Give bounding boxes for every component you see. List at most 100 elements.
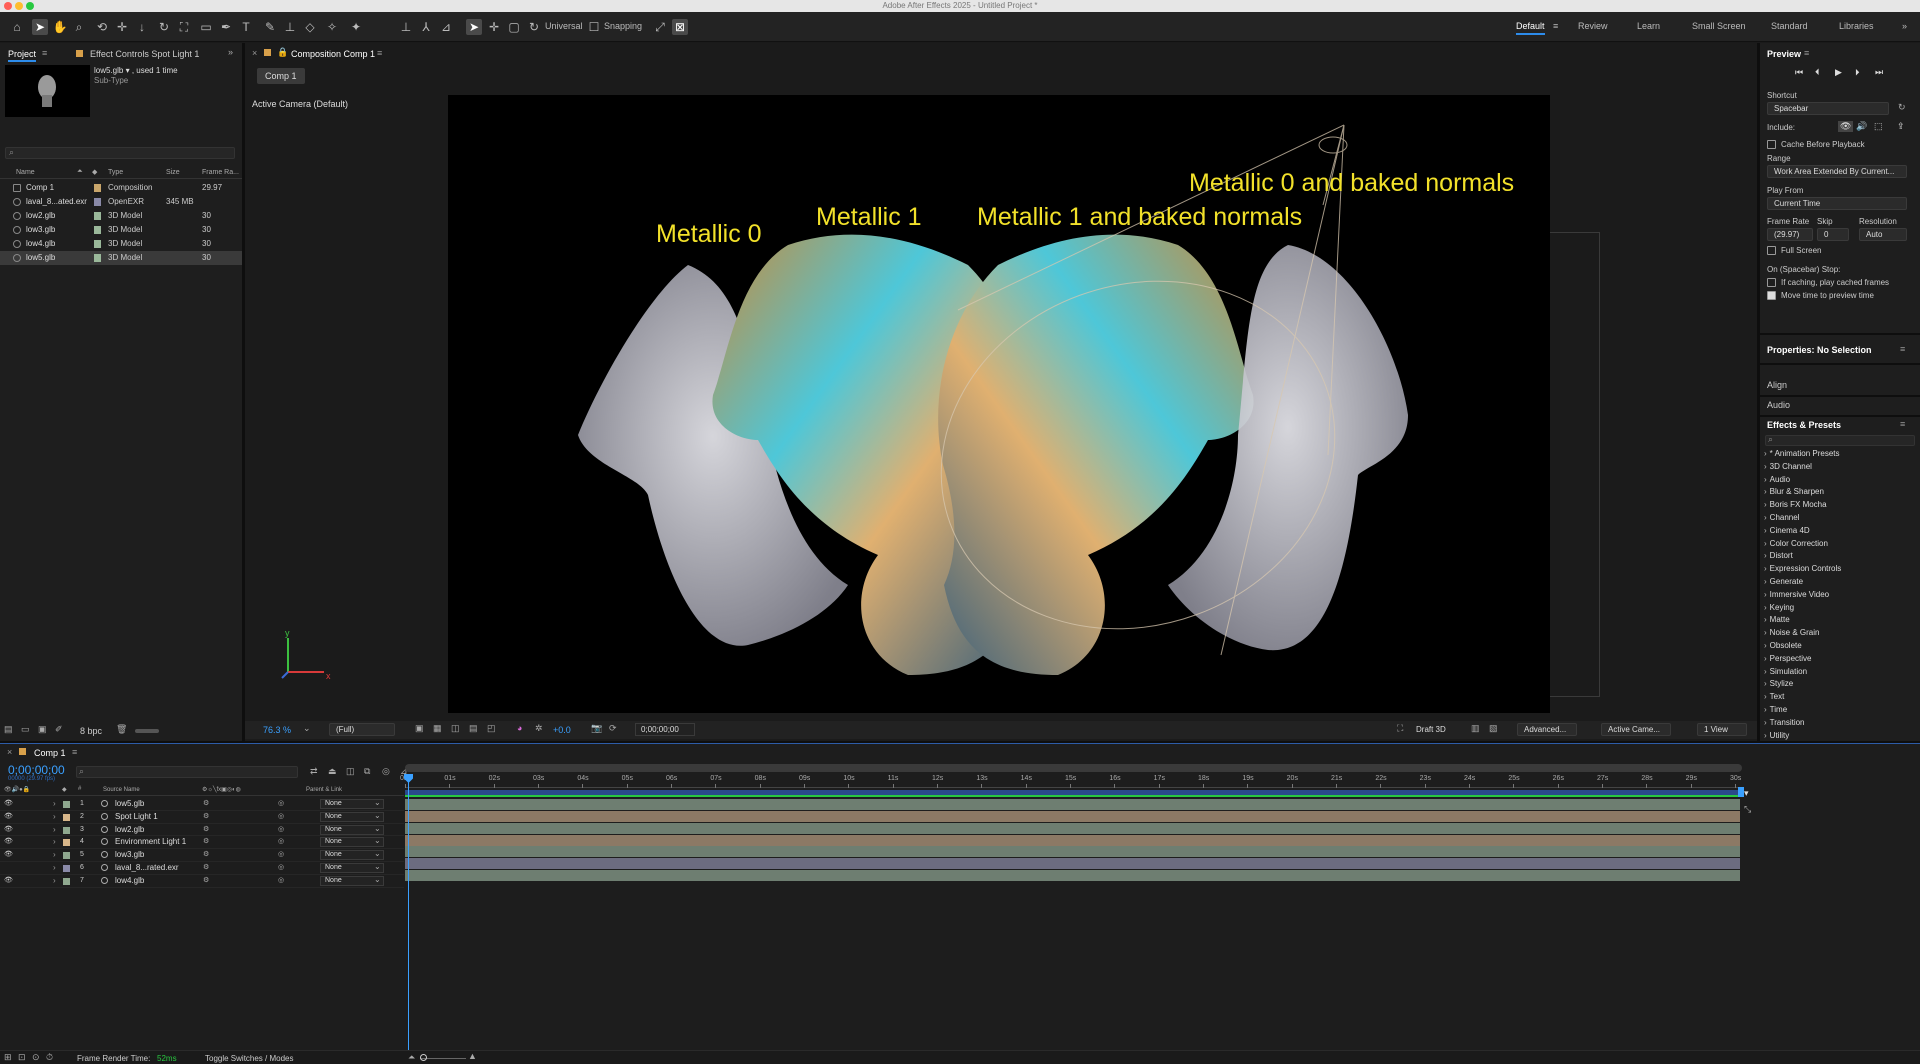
project-row[interactable]: laval_8...ated.exr OpenEXR 345 MB — [0, 195, 242, 209]
timeline-timecode[interactable]: 0;00;00;00 — [8, 763, 65, 777]
sort-arrow-icon[interactable]: ⏶ — [77, 168, 83, 176]
visibility-eye-icon[interactable]: 👁 — [4, 812, 13, 820]
puppet-tool-icon[interactable]: ✦ — [348, 19, 364, 35]
layer-name[interactable]: low3.glb — [115, 850, 144, 859]
settings-icon[interactable]: ✐ — [55, 724, 63, 735]
framerate-dropdown[interactable]: (29.97) — [1767, 228, 1813, 241]
tab-composition[interactable]: Composition Comp 1 — [291, 49, 375, 59]
visibility-eye-icon[interactable]: 👁 — [4, 850, 13, 858]
playfrom-dropdown[interactable]: Current Time — [1767, 197, 1907, 210]
workspace-small-screen[interactable]: Small Screen — [1692, 21, 1746, 31]
shy-icon[interactable]: ◫ — [346, 766, 355, 777]
draft-3d-icon[interactable]: ⏏ — [328, 766, 337, 777]
motion-blur-icon[interactable]: ◎ — [382, 766, 390, 777]
align-panel-tab[interactable]: Align — [1767, 380, 1787, 390]
pen-tool-icon[interactable]: ✒ — [218, 19, 234, 35]
close-timeline-icon[interactable]: × — [7, 747, 12, 757]
snapshot-icon[interactable]: 📷 — [591, 723, 602, 734]
rectangle-tool-icon[interactable]: ▭ — [198, 19, 214, 35]
layer-name[interactable]: laval_8...rated.exr — [115, 863, 179, 872]
effects-category[interactable]: › Matte — [1764, 615, 1914, 628]
prev-frame-icon[interactable]: ⏴ — [1815, 67, 1820, 78]
tab-project[interactable]: Project — [8, 49, 37, 62]
comp-viewer[interactable]: Metallic 0 Metallic 1 Metallic 1 and bak… — [448, 95, 1550, 713]
effects-category[interactable]: › Audio — [1764, 475, 1914, 488]
zoom-window-icon[interactable] — [26, 2, 34, 10]
timeline-layer-row[interactable]: 👁 › 2 Spot Light 1 ⚙ ◎ None ⌄ — [0, 811, 404, 824]
snap-options-icon[interactable]: ⊠ — [672, 19, 688, 35]
render-time-icon[interactable]: ⏱ — [46, 1052, 53, 1063]
zoom-out-icon[interactable]: ⏶ — [408, 1052, 415, 1063]
visibility-eye-icon[interactable]: 👁 — [4, 799, 13, 807]
label-swatch[interactable] — [94, 240, 101, 248]
scale-gizmo-icon[interactable]: ▢ — [506, 19, 522, 35]
expand-arrow-icon[interactable]: › — [53, 850, 56, 859]
orbit-tool-icon[interactable]: ⟲ — [94, 19, 110, 35]
include-audio-icon[interactable]: 🔊 — [1856, 121, 1867, 132]
timeline-layer-row[interactable]: 👁 › 4 Environment Light 1 ⚙ ◎ None ⌄ — [0, 836, 404, 850]
draft3d-icon[interactable]: ⛶ — [1397, 723, 1403, 734]
last-frame-icon[interactable]: ⏭ — [1875, 67, 1883, 78]
roto-tool-icon[interactable]: ✧ — [324, 19, 340, 35]
timeline-expand-icon[interactable]: ⤡ — [1744, 804, 1751, 815]
parent-dropdown-arrow-icon[interactable]: ⌄ — [374, 862, 381, 871]
parent-pickwhip-icon[interactable]: ◎ — [278, 812, 284, 820]
snap-edge-icon[interactable]: ⤢ — [652, 19, 668, 35]
lock-icon[interactable]: 🔒 — [277, 47, 288, 58]
preview-menu-icon[interactable]: ≡ — [1804, 48, 1809, 58]
workspace-review[interactable]: Review — [1578, 21, 1608, 31]
effects-category[interactable]: › Time — [1764, 705, 1914, 718]
work-area-bar[interactable] — [405, 764, 1742, 772]
project-row[interactable]: low4.glb 3D Model 30 — [0, 237, 242, 251]
layer-switch-icon[interactable]: ⚙ — [203, 850, 209, 858]
region-icon[interactable]: ▣ — [415, 723, 424, 734]
reset-icon[interactable]: ↻ — [1898, 102, 1906, 113]
close-tab-icon[interactable]: × — [252, 48, 257, 58]
layer-name[interactable]: Spot Light 1 — [115, 812, 158, 821]
view-layout-dropdown[interactable]: 1 View — [1697, 723, 1747, 736]
reset-exposure-icon[interactable]: ✲ — [535, 723, 543, 734]
parent-pickwhip-icon[interactable]: ◎ — [278, 863, 284, 871]
col-size[interactable]: Size — [166, 169, 180, 176]
effects-category[interactable]: › Noise & Grain — [1764, 628, 1914, 641]
expand-arrow-icon[interactable]: › — [53, 825, 56, 834]
comp-marker-icon[interactable]: ▾ — [1744, 788, 1749, 799]
effects-category[interactable]: › * Animation Presets — [1764, 449, 1914, 462]
rotate-tool-icon[interactable]: ↻ — [156, 19, 172, 35]
dolly-tool-icon[interactable]: ↓ — [134, 19, 150, 35]
effects-category[interactable]: › 3D Channel — [1764, 462, 1914, 475]
effects-menu-icon[interactable]: ≡ — [1900, 419, 1905, 429]
timeline-layer-row[interactable]: 👁 › 3 low2.glb ⚙ ◎ None ⌄ — [0, 824, 404, 837]
skip-dropdown[interactable]: 0 — [1817, 228, 1849, 241]
panel-overflow-icon[interactable]: » — [228, 47, 233, 57]
effects-category[interactable]: › Transition — [1764, 718, 1914, 731]
label-swatch[interactable] — [94, 254, 101, 262]
effects-category[interactable]: › Obsolete — [1764, 641, 1914, 654]
visibility-eye-icon[interactable]: 👁 — [4, 837, 13, 845]
cache-checkbox[interactable] — [1767, 140, 1776, 149]
workspace-standard[interactable]: Standard — [1771, 21, 1808, 31]
workspace-default[interactable]: Default — [1516, 21, 1545, 35]
layer-switch-icon[interactable]: ⚙ — [203, 863, 209, 871]
comp-breadcrumb[interactable]: Comp 1 — [257, 68, 305, 84]
timeline-layer-row[interactable]: 👁 › 1 low5.glb ⚙ ◎ None ⌄ — [0, 798, 404, 811]
play-icon[interactable]: ▶ — [1835, 67, 1842, 78]
selection-tool-icon[interactable]: ➤ — [32, 19, 48, 35]
zoom-dropdown-icon[interactable]: ⌄ — [303, 723, 311, 734]
label-swatch[interactable] — [94, 184, 101, 192]
effects-category[interactable]: › Perspective — [1764, 654, 1914, 667]
visibility-eye-icon[interactable]: 👁 — [4, 825, 13, 833]
in-out-icon[interactable]: ⊙ — [32, 1052, 40, 1063]
close-window-icon[interactable] — [4, 2, 12, 10]
effects-category[interactable]: › Simulation — [1764, 667, 1914, 680]
timeline-layer-row[interactable]: › 6 laval_8...rated.exr ⚙ ◎ None ⌄ — [0, 862, 404, 875]
transparency-grid-icon[interactable]: ▦ — [433, 723, 442, 734]
layer-label-swatch[interactable] — [63, 801, 70, 808]
layer-label-swatch[interactable] — [63, 877, 70, 885]
layer-duration-bar[interactable] — [405, 798, 1740, 810]
ground-plane-icon[interactable]: ▥ — [1471, 723, 1480, 734]
parent-pickwhip-icon[interactable]: ◎ — [278, 825, 284, 833]
move-gizmo-icon[interactable]: ✛ — [486, 19, 502, 35]
layer-label-swatch[interactable] — [63, 852, 70, 860]
parent-header[interactable]: Parent & Link — [306, 787, 342, 793]
